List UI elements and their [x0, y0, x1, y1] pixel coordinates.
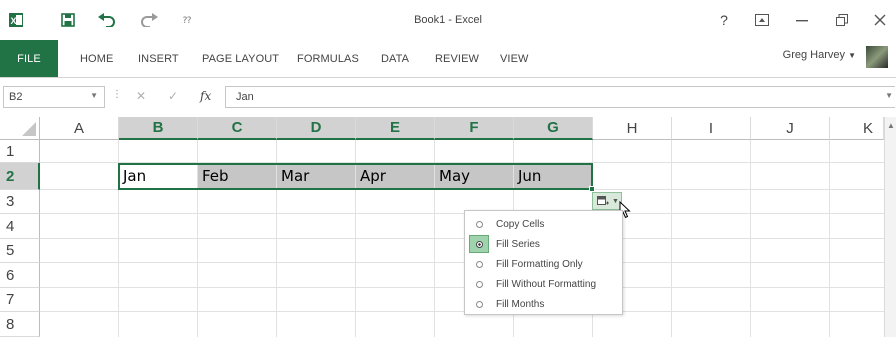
expand-formula-bar-icon[interactable]: ▼	[885, 91, 893, 100]
help-button[interactable]: ?	[712, 10, 736, 30]
close-icon[interactable]	[868, 10, 892, 30]
radio-icon	[469, 295, 489, 313]
column-header-i[interactable]: I	[672, 117, 751, 140]
auto-fill-options-menu: Copy Cells Fill Series Fill Formatting O…	[464, 210, 623, 315]
auto-fill-icon	[597, 195, 609, 205]
cell-b2[interactable]: Jan	[119, 163, 198, 190]
chevron-down-icon[interactable]: ▼	[90, 91, 98, 100]
menu-item-label: Fill Months	[496, 298, 545, 310]
radio-icon	[469, 215, 489, 233]
worksheet-grid: A B C D E F G H I J K 1 2 3 4 5 6 7 8 Ja…	[0, 117, 896, 337]
cell-g2[interactable]: Jun	[514, 163, 593, 190]
menu-item-label: Fill Without Formatting	[496, 278, 597, 290]
column-header-k[interactable]: K	[830, 117, 884, 140]
tab-home[interactable]: HOME	[80, 40, 113, 77]
tab-page-layout[interactable]: PAGE LAYOUT	[202, 40, 279, 77]
select-all-button[interactable]	[0, 117, 40, 140]
cell-e2[interactable]: Apr	[356, 163, 435, 190]
ribbon-display-options-icon[interactable]	[750, 10, 774, 30]
title-bar: X ⁇ Book1 - Excel ?	[0, 0, 896, 40]
name-box-value: B2	[9, 91, 23, 103]
column-header-b[interactable]: B	[119, 117, 198, 140]
formula-bar: B2 ▼ ⋮ ✕ ✓ fx Jan ▼	[0, 86, 896, 108]
formula-input-value: Jan	[236, 91, 254, 103]
radio-checked-icon	[469, 235, 489, 253]
menu-item-label: Copy Cells	[496, 218, 545, 230]
formula-input[interactable]: Jan ▼	[225, 86, 895, 108]
name-box[interactable]: B2 ▼	[3, 86, 105, 108]
row-header-2[interactable]: 2	[0, 163, 40, 190]
tab-data[interactable]: DATA	[381, 40, 409, 77]
tab-review[interactable]: REVIEW	[435, 40, 479, 77]
tab-formulas[interactable]: FORMULAS	[297, 40, 359, 77]
user-account[interactable]: Greg Harvey ▼	[783, 49, 856, 61]
row-header-7[interactable]: 7	[0, 288, 40, 312]
menu-item-fill-months[interactable]: Fill Months	[465, 294, 622, 314]
user-name: Greg Harvey	[782, 49, 846, 61]
row-header-8[interactable]: 8	[0, 312, 40, 337]
vertical-scrollbar[interactable]: ▲	[884, 117, 896, 337]
cancel-icon[interactable]: ✕	[136, 89, 146, 103]
column-header-a[interactable]: A	[40, 117, 119, 140]
scroll-up-icon[interactable]: ▲	[887, 121, 895, 130]
chevron-down-icon: ▼	[612, 197, 619, 205]
radio-icon	[469, 275, 489, 293]
column-header-f[interactable]: F	[435, 117, 514, 140]
column-header-h[interactable]: H	[593, 117, 672, 140]
insert-function-icon[interactable]: fx	[200, 89, 211, 103]
row-header-6[interactable]: 6	[0, 263, 40, 288]
column-header-g[interactable]: G	[514, 117, 593, 140]
menu-item-fill-without-formatting[interactable]: Fill Without Formatting	[465, 274, 622, 294]
cell-f2[interactable]: May	[435, 163, 514, 190]
column-header-e[interactable]: E	[356, 117, 435, 140]
row-header-3[interactable]: 3	[0, 190, 40, 214]
radio-icon	[469, 255, 489, 273]
column-header-d[interactable]: D	[277, 117, 356, 140]
minimize-icon[interactable]	[790, 10, 814, 30]
ribbon-tabs: FILE HOME INSERT PAGE LAYOUT FORMULAS DA…	[0, 40, 896, 78]
row-header-4[interactable]: 4	[0, 214, 40, 239]
column-header-c[interactable]: C	[198, 117, 277, 140]
avatar[interactable]	[866, 46, 888, 68]
row-header-1[interactable]: 1	[0, 140, 40, 163]
enter-icon[interactable]: ✓	[168, 89, 178, 103]
cell-d2[interactable]: Mar	[277, 163, 356, 190]
row-header-5[interactable]: 5	[0, 239, 40, 263]
restore-icon[interactable]	[830, 10, 854, 30]
menu-item-copy-cells[interactable]: Copy Cells	[465, 214, 622, 234]
cell-c2[interactable]: Feb	[198, 163, 277, 190]
menu-item-fill-series[interactable]: Fill Series	[465, 234, 622, 254]
tab-file[interactable]: FILE	[0, 40, 58, 77]
more-icon: ⋮	[112, 89, 122, 100]
menu-item-fill-formatting-only[interactable]: Fill Formatting Only	[465, 254, 622, 274]
menu-item-label: Fill Formatting Only	[496, 258, 583, 270]
chevron-down-icon: ▼	[848, 51, 856, 60]
tab-insert[interactable]: INSERT	[138, 40, 179, 77]
auto-fill-options-button[interactable]: ▼	[592, 192, 622, 210]
tab-view[interactable]: VIEW	[500, 40, 529, 77]
menu-item-label: Fill Series	[496, 238, 540, 250]
column-header-j[interactable]: J	[751, 117, 830, 140]
